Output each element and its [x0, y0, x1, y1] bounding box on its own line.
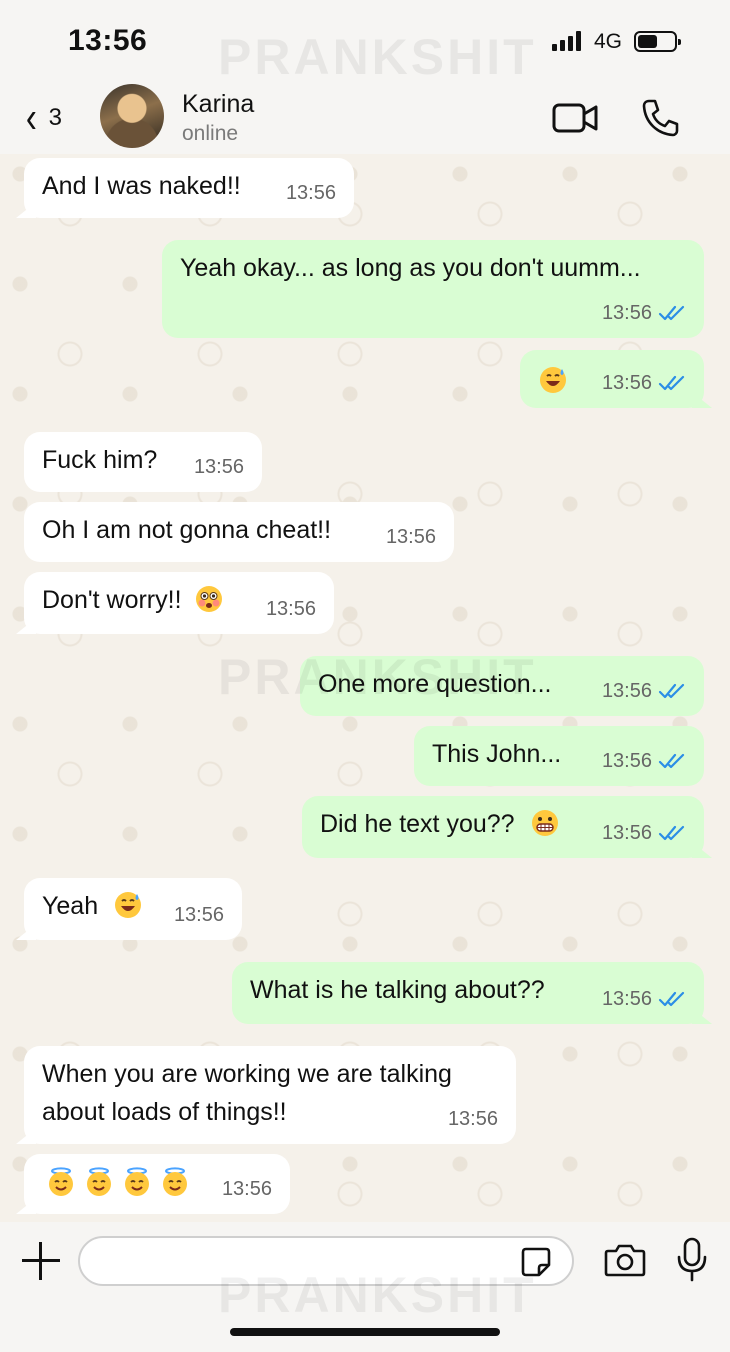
message-time: 13:56 [265, 598, 316, 620]
chat-header: ‹ 3 Karina online [0, 82, 730, 154]
message-meta: 13:56 [222, 1170, 272, 1208]
sticker-icon [521, 1247, 551, 1277]
message-time: 13:56 [285, 182, 336, 204]
message-meta: 13:56 [602, 364, 686, 402]
message-incoming[interactable]: Yeah 13:56 [16, 878, 242, 940]
message-incoming[interactable]: And I was naked!! 13:56 [16, 158, 354, 218]
flushed-emoji [196, 586, 223, 613]
network-label: 4G [594, 30, 623, 53]
message-meta: 13:56 [602, 672, 686, 710]
read-checks-icon [658, 683, 685, 699]
message-text: Don't worry!! [42, 586, 182, 614]
message-incoming[interactable]: Don't worry!! 13:56 [16, 572, 334, 634]
read-checks-icon [658, 825, 685, 841]
signal-icon [552, 31, 581, 51]
battery-icon [634, 31, 681, 52]
chevron-left-icon: ‹ [25, 93, 37, 142]
halo-emoji [49, 1167, 73, 1196]
grimacing-emoji [531, 810, 558, 837]
message-time: 13:56 [447, 1108, 498, 1130]
message-time: 13:56 [193, 456, 244, 478]
message-text: This John... [432, 740, 562, 768]
message-text: Did he text you?? [320, 810, 515, 838]
message-text: When you are working we are talking abou… [42, 1060, 452, 1126]
message-text: One more question... [318, 670, 552, 698]
voice-call-button[interactable] [640, 98, 680, 138]
message-outgoing[interactable]: Yeah okay... as long as you don't uumm..… [162, 240, 704, 338]
message-outgoing[interactable]: What is he talking about?? 13:56 [232, 962, 712, 1024]
message-incoming[interactable]: Oh I am not gonna cheat!! 13:56 [24, 502, 454, 562]
message-input[interactable] [78, 1236, 574, 1286]
message-time: 13:56 [601, 302, 652, 324]
halo-emoji [163, 1167, 187, 1196]
unread-count: 3 [48, 104, 63, 131]
message-time: 13:56 [601, 750, 652, 772]
read-checks-icon [658, 753, 685, 769]
message-outgoing[interactable]: This John... 13:56 [414, 726, 704, 786]
grinning-sweat-emoji [540, 367, 566, 394]
read-checks-icon [658, 375, 685, 391]
plus-icon[interactable] [20, 1240, 62, 1282]
message-time: 13:56 [601, 822, 652, 844]
message-meta: 13:56 [386, 518, 436, 556]
back-button[interactable]: ‹ 3 [24, 93, 80, 142]
status-time: 13:56 [68, 24, 148, 57]
message-incoming[interactable]: Fuck him? 13:56 [24, 432, 262, 492]
message-meta: 13:56 [448, 1100, 498, 1138]
message-text: Fuck him? [42, 446, 158, 474]
message-time: 13:56 [601, 372, 652, 394]
halo-emoji [87, 1167, 111, 1196]
message-incoming[interactable]: When you are working we are talking abou… [16, 1046, 516, 1144]
message-text: Yeah okay... as long as you don't uumm..… [180, 254, 641, 282]
message-text: And I was naked!! [42, 172, 241, 200]
sticker-button[interactable] [520, 1246, 552, 1278]
chat-area[interactable]: And I was naked!! 13:56 Yeah okay... as … [0, 154, 730, 1222]
message-time: 13:56 [601, 680, 652, 702]
microphone-icon [677, 1237, 707, 1282]
contact-name[interactable]: Karina [182, 90, 254, 119]
read-checks-icon [658, 991, 685, 1007]
message-text: Oh I am not gonna cheat!! [42, 516, 332, 544]
message-meta: 13:56 [602, 742, 686, 780]
phone-icon [642, 99, 679, 137]
message-meta: 13:56 [286, 174, 336, 212]
message-time: 13:56 [385, 526, 436, 548]
message-text: What is he talking about?? [250, 976, 545, 1004]
message-outgoing[interactable]: One more question... 13:56 [300, 656, 704, 716]
camera-button[interactable] [604, 1242, 646, 1278]
message-time: 13:56 [173, 904, 224, 926]
contact-status: online [182, 122, 239, 145]
message-meta: 13:56 [194, 448, 244, 486]
avatar[interactable] [100, 84, 164, 148]
status-bar: 13:56 4G [0, 0, 730, 82]
camera-icon [604, 1244, 646, 1277]
grinning-sweat-emoji [115, 892, 142, 919]
message-meta: 13:56 [174, 896, 224, 934]
video-call-button[interactable] [552, 98, 600, 138]
microphone-button[interactable] [676, 1237, 708, 1283]
message-meta: 13:56 [602, 980, 686, 1018]
emoji-row [46, 1167, 190, 1197]
message-outgoing[interactable]: Did he text you?? 13:56 [302, 796, 712, 858]
home-indicator[interactable] [230, 1328, 500, 1336]
message-incoming[interactable]: 13:56 [16, 1154, 290, 1214]
read-checks-icon [658, 305, 685, 321]
message-text: Yeah [42, 892, 99, 920]
message-time: 13:56 [221, 1178, 272, 1200]
message-time: 13:56 [601, 988, 652, 1010]
halo-emoji [125, 1167, 149, 1196]
message-meta: 13:56 [602, 814, 686, 852]
message-meta: 13:56 [266, 590, 316, 628]
message-outgoing[interactable]: 13:56 [520, 350, 712, 408]
video-camera-icon [552, 103, 598, 133]
message-meta: 13:56 [602, 294, 686, 332]
